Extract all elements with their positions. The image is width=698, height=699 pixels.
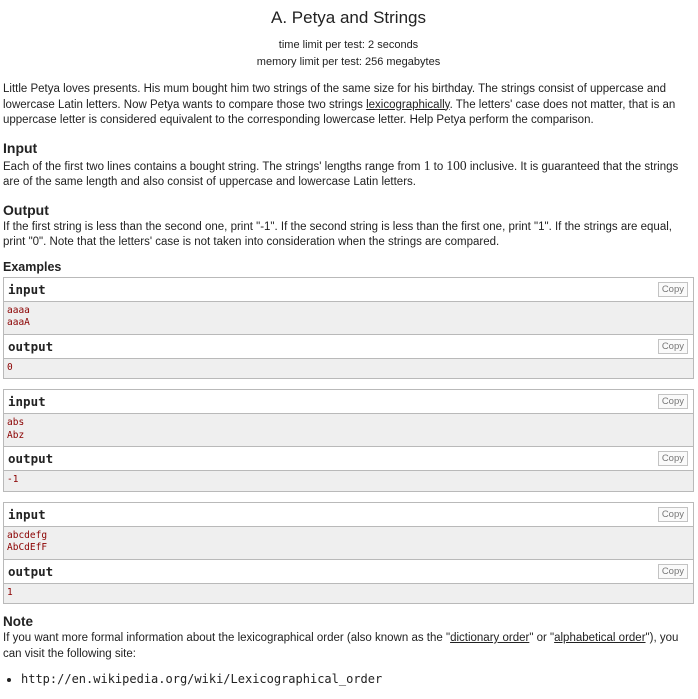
sample-input-content: aaaa aaaA xyxy=(4,301,693,334)
examples-list: input Copy aaaa aaaA output Copy 0 input Copy abs… xyxy=(3,276,694,604)
sample-input-line: AbCdEfF xyxy=(7,542,48,553)
sample-input-header: input Copy xyxy=(4,390,693,414)
sample-input-line: aaaa xyxy=(7,304,30,316)
output-spec-text: If the first string is less than the sec… xyxy=(3,220,672,249)
note-part2: " or " xyxy=(529,632,555,644)
alphabetical-order-link[interactable]: alphabetical order xyxy=(554,632,645,644)
memory-limit: memory limit per test: 256 megabytes xyxy=(256,56,441,68)
sample-output-header: output Copy xyxy=(4,447,693,471)
sample-output-label: output xyxy=(8,563,54,579)
sample-input-label: input xyxy=(8,281,46,297)
max-length: 100 xyxy=(446,157,467,173)
copy-input-button[interactable]: Copy xyxy=(657,394,688,409)
time-limit: time limit per test: 2 seconds xyxy=(278,39,419,51)
sample-input-content: abcdefg AbCdEfF xyxy=(4,526,693,559)
sample-input: input Copy aaaa aaaA xyxy=(4,277,693,334)
copy-output-button[interactable]: Copy xyxy=(657,338,688,354)
problem-statement: A. Petya and Strings time limit per test… xyxy=(0,0,698,686)
note-part1: If you want more formal information abou… xyxy=(3,632,451,644)
sample-input-label: input xyxy=(8,394,46,409)
sample-input: input Copy abcdefg AbCdEfF xyxy=(4,502,693,559)
copy-input-button[interactable]: Copy xyxy=(657,506,688,522)
sample-output-header: output Copy xyxy=(4,559,693,584)
sample-test: input Copy abcdefg AbCdEfF output Copy 1 xyxy=(3,501,694,604)
sample-input-line: aaaA xyxy=(7,317,30,328)
lexicographically-link[interactable]: lexicographically xyxy=(366,99,450,111)
sample-output-label: output xyxy=(8,338,54,354)
sample-output-line: 0 xyxy=(7,361,13,373)
sample-output: output Copy -1 xyxy=(4,446,693,491)
input-spec-mid: to xyxy=(430,160,447,173)
wikipedia-url[interactable]: http://en.wikipedia.org/wiki/Lexicograph… xyxy=(21,672,694,686)
sample-input-line: Abz xyxy=(7,429,25,441)
sample-output-content: 1 xyxy=(4,583,693,603)
sample-output-header: output Copy xyxy=(4,334,693,359)
sample-output-content: 0 xyxy=(4,358,693,378)
sample-input-content: abs Abz xyxy=(4,414,693,446)
copy-output-button[interactable]: Copy xyxy=(657,563,688,579)
input-title: Input xyxy=(3,139,38,156)
sample-input-header: input Copy xyxy=(4,502,693,527)
sample-output-line: 1 xyxy=(7,586,13,598)
sample-output: output Copy 0 xyxy=(4,333,693,378)
input-spec-part1: Each of the first two lines contains a b… xyxy=(3,160,424,173)
copy-output-button[interactable]: Copy xyxy=(657,451,688,466)
sample-test: input Copy aaaa aaaA output Copy 0 xyxy=(3,276,694,379)
sample-input-header: input Copy xyxy=(4,277,693,302)
note-text: If you want more formal information abou… xyxy=(3,631,694,662)
legend-text: Little Petya loves presents. His mum bou… xyxy=(3,82,694,129)
note-title: Note xyxy=(3,614,33,629)
dictionary-order-link[interactable]: dictionary order xyxy=(450,632,529,644)
sample-input-label: input xyxy=(8,506,46,522)
examples-title: Examples xyxy=(3,259,62,274)
sample-output: output Copy 1 xyxy=(4,558,693,603)
sample-input-line: abcdefg xyxy=(7,529,48,541)
sample-output-label: output xyxy=(8,451,54,466)
problem-title: A. Petya and Strings xyxy=(271,8,426,27)
sample-output-content: -1 xyxy=(4,471,693,491)
output-title: Output xyxy=(3,201,49,218)
sample-test: input Copy abs Abz output Copy -1 xyxy=(3,389,694,492)
note-link-list: http://en.wikipedia.org/wiki/Lexicograph… xyxy=(3,672,694,686)
input-spec-text: Each of the first two lines contains a b… xyxy=(3,158,694,191)
sample-input-line: abs xyxy=(7,417,25,428)
sample-output-line: -1 xyxy=(7,474,19,485)
sample-input: input Copy abs Abz xyxy=(4,390,693,446)
copy-input-button[interactable]: Copy xyxy=(657,281,688,297)
